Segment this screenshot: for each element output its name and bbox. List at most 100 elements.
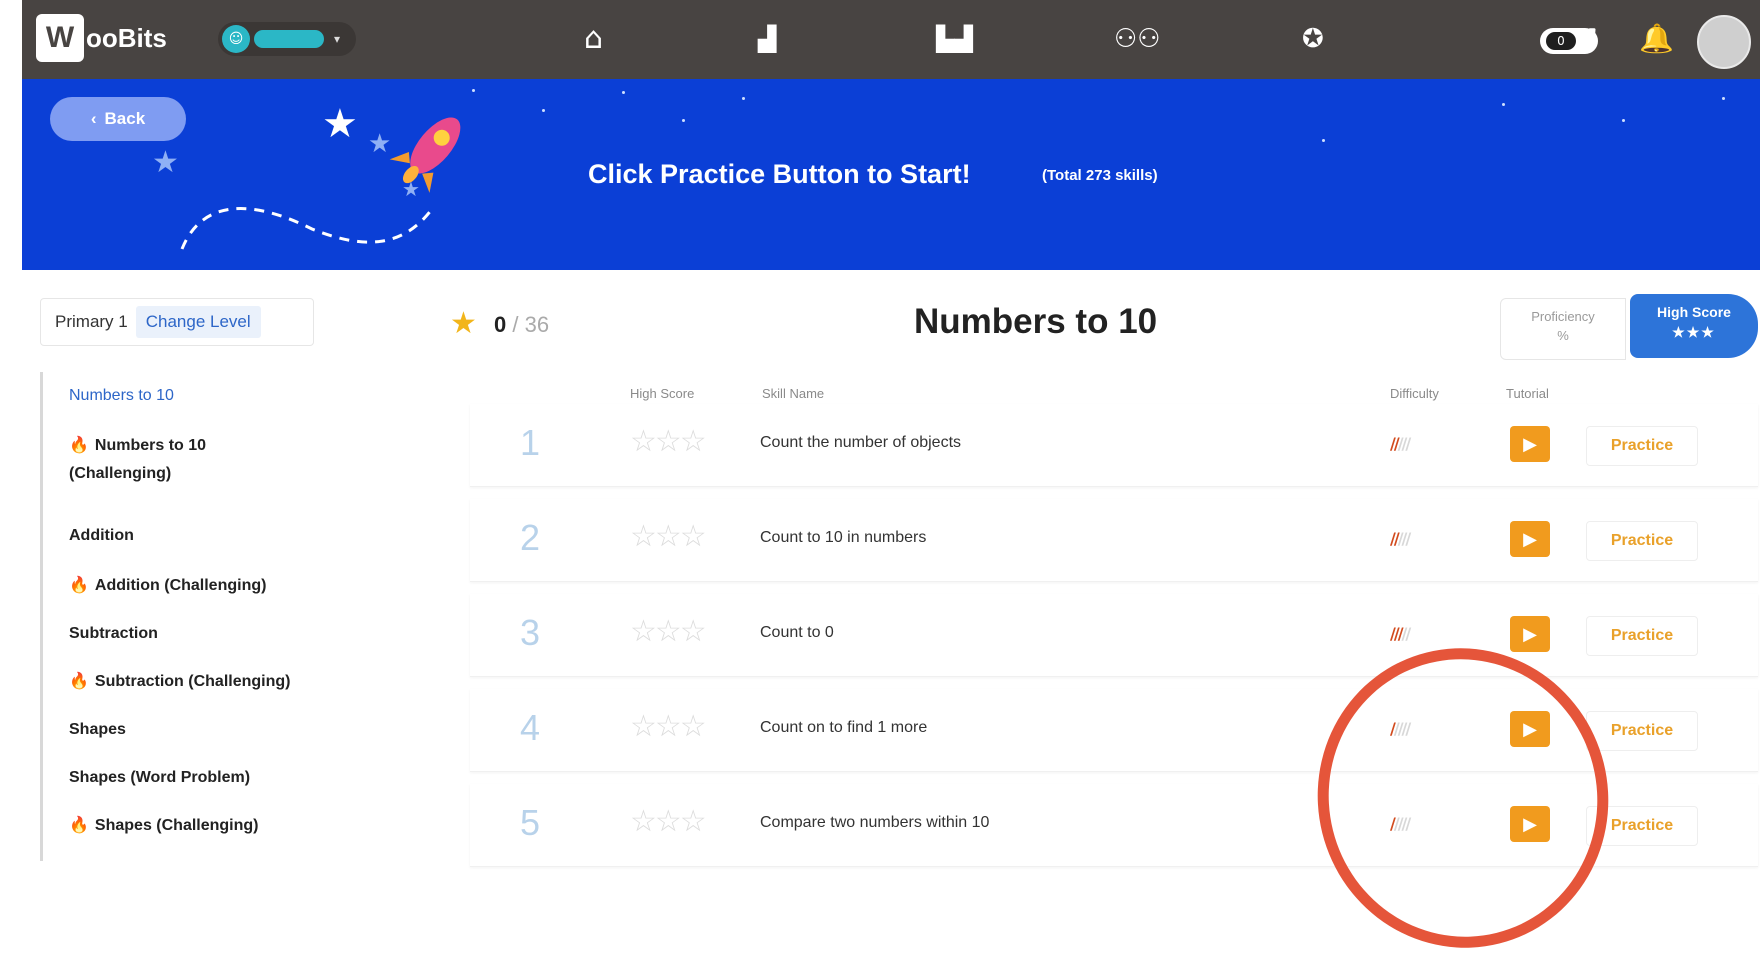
sort-proficiency-button[interactable]: Proficiency % — [1500, 298, 1626, 360]
sidebar-item-shapes[interactable]: Shapes — [69, 716, 126, 744]
sidebar-item-label: Shapes (Word Problem) — [69, 769, 251, 786]
rocket-icon — [389, 117, 461, 193]
difficulty-mark: / — [1405, 624, 1411, 643]
high-score-stars: ☆☆☆ — [630, 804, 707, 839]
award-icon[interactable]: ✪ — [1302, 22, 1324, 56]
hero-banner: ‹ Back ★ ★ ★ ★ Click Practice Button to … — [22, 79, 1760, 270]
sparkle-decoration — [1622, 119, 1625, 122]
difficulty-indicator: ///// — [1390, 434, 1411, 453]
play-icon: ▶ — [1523, 433, 1537, 454]
row-number: 2 — [520, 517, 541, 558]
play-icon: ▶ — [1523, 623, 1537, 644]
difficulty-mark: / — [1405, 529, 1411, 548]
sidebar-item-label: Numbers to 10 — [69, 387, 174, 404]
home-icon[interactable]: ⌂ — [584, 22, 603, 56]
leaderboard-icon[interactable]: ▙▟ — [936, 22, 973, 56]
score-total: / 36 — [512, 312, 550, 337]
sidebar-item-addition-challenging[interactable]: 🔥 Addition (Challenging) — [69, 572, 266, 600]
practice-button[interactable]: Practice — [1586, 711, 1698, 751]
column-header-difficulty: Difficulty — [1390, 386, 1439, 401]
sparkle-decoration — [682, 119, 685, 122]
sidebar-item-shapes-word-problem[interactable]: Shapes (Word Problem) — [69, 764, 250, 792]
chart-icon[interactable]: ▟ — [758, 22, 776, 56]
banner-title: Click Practice Button to Start! — [588, 159, 971, 189]
koobits-logo[interactable]: W ooBits — [36, 12, 167, 64]
skill-name: Count to 10 in numbers — [760, 529, 927, 546]
skill-name: Count the number of objects — [760, 434, 962, 451]
sparkle-decoration — [742, 97, 745, 100]
practice-button[interactable]: Practice — [1586, 426, 1698, 466]
sparkle-decoration — [472, 89, 475, 92]
sort-high-score-label: High Score — [1657, 304, 1731, 320]
tutorial-play-button[interactable]: ▶ — [1510, 426, 1550, 462]
star-score: 0 / 36 — [494, 312, 549, 338]
sort-proficiency-unit: % — [1557, 328, 1569, 343]
difficulty-mark: / — [1405, 434, 1411, 453]
sidebar-item-shapes-challenging[interactable]: 🔥 Shapes (Challenging) — [69, 812, 259, 840]
column-header-tutorial: Tutorial — [1506, 386, 1549, 401]
column-header-skill-name: Skill Name — [762, 386, 825, 401]
tutorial-play-button[interactable]: ▶ — [1510, 616, 1550, 652]
high-score-stars: ☆☆☆ — [630, 424, 707, 459]
level-selector: Primary 1 Change Level — [40, 298, 314, 346]
sparkle-decoration — [1722, 97, 1725, 100]
change-level-button[interactable]: Change Level — [135, 306, 261, 338]
bell-icon[interactable]: 🔔 — [1639, 22, 1674, 55]
score-earned: 0 — [494, 312, 507, 337]
fire-icon: 🔥 — [69, 673, 89, 690]
sidebar-item-subtraction[interactable]: Subtraction — [69, 620, 158, 648]
sparkle-decoration — [542, 109, 545, 112]
high-score-stars: ☆☆☆ — [630, 519, 707, 554]
sidebar-item-numbers-to-10-challenging[interactable]: 🔥 Numbers to 10 (Challenging) — [69, 432, 206, 488]
sidebar-item-label: Addition — [69, 527, 134, 544]
row-number: 5 — [520, 802, 541, 843]
banner-subtitle: (Total 273 skills) — [1042, 167, 1158, 184]
row-number: 1 — [520, 422, 541, 463]
sidebar-item-subtraction-challenging[interactable]: 🔥 Subtraction (Challenging) — [69, 668, 290, 696]
table-row: 2 ☆☆☆ Count to 10 in numbers ///// ▶ Practice — [470, 499, 1758, 582]
current-level: Primary 1 — [55, 312, 128, 331]
row-number: 3 — [520, 612, 541, 653]
sort-high-score-button[interactable]: High Score ★★★ — [1630, 294, 1758, 358]
tutorial-play-button[interactable]: ▶ — [1510, 521, 1550, 557]
table-row: 3 ☆☆☆ Count to 0 ///// ▶ Practice — [470, 594, 1758, 677]
practice-button[interactable]: Practice — [1586, 616, 1698, 656]
sparkle-decoration — [1502, 103, 1505, 106]
logo-text: ooBits — [86, 22, 167, 53]
sidebar-item-label: Shapes — [69, 721, 126, 738]
play-icon: ▶ — [1523, 528, 1537, 549]
product-icon: ☺ — [222, 25, 250, 53]
points-count: 0 — [1546, 32, 1576, 50]
product-switcher[interactable]: ☺ ▾ — [218, 22, 356, 56]
top-nav: W ooBits ☺ ▾ ⌂ ▟ ▙▟ ⚇⚇ ✪ 0 ☚ 🔔 ⌄ — [22, 0, 1760, 79]
sidebar-item-numbers-to-10[interactable]: Numbers to 10 — [69, 382, 174, 410]
sidebar-item-label: Subtraction (Challenging) — [94, 673, 291, 690]
star-icon: ★ — [450, 306, 477, 341]
sparkle-decoration — [622, 91, 625, 94]
product-badge — [254, 30, 324, 48]
chevron-left-icon: ‹ — [90, 109, 97, 128]
sort-proficiency-label: Proficiency — [1531, 309, 1595, 324]
sidebar-item-label: (Challenging) — [69, 465, 172, 482]
avatar[interactable] — [1697, 15, 1751, 69]
sort-high-score-stars: ★★★ — [1672, 324, 1716, 340]
back-button[interactable]: ‹ Back — [50, 97, 186, 141]
difficulty-indicator: ///// — [1390, 529, 1411, 548]
friends-icon[interactable]: ⚇⚇ — [1114, 22, 1161, 56]
skill-name: Count to 0 — [760, 624, 834, 641]
row-number: 4 — [520, 707, 541, 748]
practice-button[interactable]: Practice — [1586, 521, 1698, 561]
skill-name: Compare two numbers within 10 — [760, 814, 990, 831]
topic-sidebar: Numbers to 10 🔥 Numbers to 10 (Challengin… — [40, 372, 393, 861]
difficulty-indicator: ///// — [1390, 624, 1411, 643]
fire-icon: 🔥 — [69, 577, 89, 594]
section-title: Numbers to 10 — [914, 302, 1158, 341]
sparkle-decoration — [1322, 139, 1325, 142]
logo-badge: W — [36, 14, 84, 62]
skill-name: Count on to find 1 more — [760, 719, 928, 736]
high-score-stars: ☆☆☆ — [630, 614, 707, 649]
points-toggle[interactable]: 0 ☚ — [1540, 20, 1598, 54]
back-label: Back — [104, 109, 146, 128]
sidebar-item-addition[interactable]: Addition — [69, 522, 134, 550]
sidebar-item-label: Addition (Challenging) — [94, 577, 267, 594]
